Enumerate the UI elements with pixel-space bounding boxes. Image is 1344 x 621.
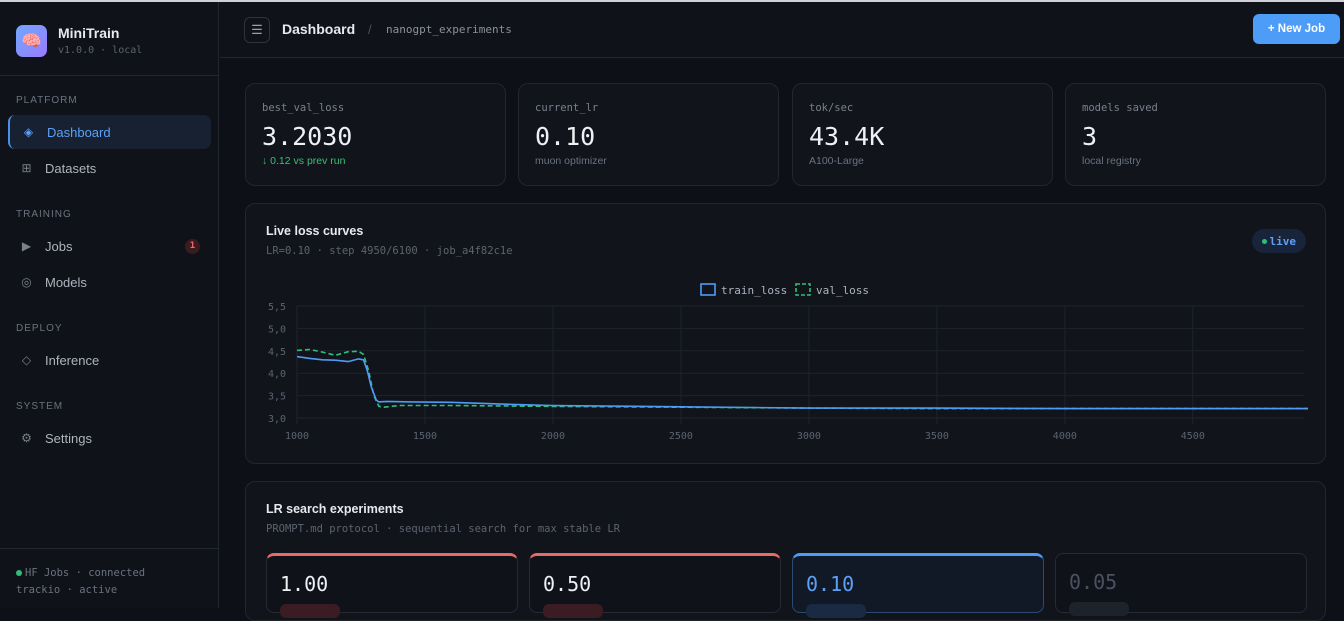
lr-value: 1.00 bbox=[280, 572, 329, 596]
x-tick-label: 2500 bbox=[669, 431, 693, 442]
lr-experiment-card[interactable]: 0.50 bbox=[529, 553, 781, 618]
x-tick-label: 4000 bbox=[1053, 431, 1077, 442]
x-tick-label: 1000 bbox=[285, 431, 309, 442]
y-tick-label: 3,0 bbox=[268, 414, 286, 425]
lr-card-subtitle: PROMPT.md protocol · sequential search f… bbox=[266, 523, 621, 535]
lr-search-card: LR search experiments PROMPT.md protocol… bbox=[245, 481, 1326, 621]
x-tick-label: 4500 bbox=[1181, 431, 1205, 442]
lr-card-title: LR search experiments bbox=[266, 502, 404, 516]
y-tick-label: 5,5 bbox=[268, 302, 286, 313]
lr-experiment-card[interactable]: 1.00 bbox=[266, 553, 518, 618]
lr-value: 0.50 bbox=[543, 572, 592, 596]
lr-status-pill bbox=[806, 604, 866, 618]
x-tick-label: 1500 bbox=[413, 431, 437, 442]
y-tick-label: 4,0 bbox=[268, 369, 286, 380]
series-line-train_loss bbox=[296, 355, 1308, 410]
y-tick-label: 4,5 bbox=[268, 347, 286, 358]
legend-label: train_loss bbox=[721, 284, 787, 297]
lr-experiment-card[interactable]: 0.05 bbox=[1055, 553, 1307, 616]
lr-status-pill bbox=[543, 604, 603, 618]
legend-swatch-val_loss bbox=[795, 283, 811, 296]
x-tick-label: 3500 bbox=[925, 431, 949, 442]
x-tick-label: 3000 bbox=[797, 431, 821, 442]
series-line-val_loss bbox=[296, 348, 1308, 410]
lr-value: 0.05 bbox=[1069, 570, 1118, 594]
legend-swatch-train_loss bbox=[700, 283, 716, 296]
y-tick-label: 5,0 bbox=[268, 324, 286, 335]
y-tick-label: 3,5 bbox=[268, 392, 286, 403]
x-tick-label: 2000 bbox=[541, 431, 565, 442]
lr-status-pill bbox=[1069, 602, 1129, 616]
lr-status-pill bbox=[280, 604, 340, 618]
lr-experiment-card[interactable]: 0.10 bbox=[792, 553, 1044, 618]
legend-label: val_loss bbox=[816, 284, 869, 297]
lr-value: 0.10 bbox=[806, 572, 855, 596]
